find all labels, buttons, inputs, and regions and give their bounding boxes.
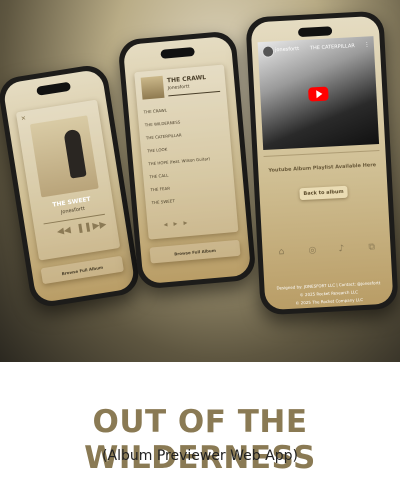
figure-silhouette bbox=[63, 128, 87, 179]
channel-avatar bbox=[261, 45, 275, 58]
music-icon[interactable]: ♪ bbox=[338, 244, 344, 254]
playlist-caption: Youtube Album Playlist Available Here bbox=[268, 162, 377, 174]
phone-left: ✕ THE SWEET Jonesfortt ◀◀ ❚❚ ▶▶ Browse F… bbox=[0, 62, 142, 310]
play-triangle bbox=[316, 89, 323, 99]
phone-right: jonesfortt THE CATERPILLAR ⋮ Youtube Alb… bbox=[245, 10, 399, 316]
more-options-icon[interactable]: ⋮ bbox=[364, 41, 370, 48]
youtube-video-embed[interactable]: jonesfortt THE CATERPILLAR ⋮ bbox=[257, 36, 380, 151]
page-subtitle: (Album Previewer Web App) bbox=[102, 448, 298, 464]
album-cover bbox=[29, 115, 99, 198]
track-item[interactable]: THE CALL bbox=[149, 173, 169, 180]
divider bbox=[263, 149, 380, 158]
home-icon[interactable]: ⌂ bbox=[278, 247, 284, 257]
album-title: THE CRAWL bbox=[166, 74, 207, 85]
player-card: ✕ THE SWEET Jonesfortt ◀◀ ❚❚ ▶▶ bbox=[15, 99, 121, 261]
youtube-play-icon[interactable] bbox=[308, 86, 329, 102]
rewind-icon[interactable]: ◀◀ bbox=[56, 225, 71, 237]
browse-album-link[interactable]: Browse Full Album bbox=[150, 246, 240, 259]
hero-mockup: ✕ THE SWEET Jonesfortt ◀◀ ❚❚ ▶▶ Browse F… bbox=[0, 0, 400, 362]
back-to-album-button[interactable]: Back to album bbox=[299, 185, 348, 201]
phone-notch bbox=[160, 46, 195, 59]
progress-bar[interactable] bbox=[168, 90, 221, 97]
track-item[interactable]: THE FEAR bbox=[150, 186, 170, 193]
next-icon[interactable]: ▶ bbox=[183, 220, 187, 226]
forward-icon[interactable]: ▶▶ bbox=[92, 220, 107, 232]
track-list: THE CRAWL THE WILDERNESS THE CATERPILLAR TH… bbox=[134, 64, 224, 206]
page-title: OUT OF THE WILDERNESS bbox=[84, 404, 316, 476]
phone-middle: THE CRAWL Jonesfortt THE CRAWL THE WILDER… bbox=[117, 30, 257, 290]
phone-notch bbox=[36, 81, 72, 96]
phone-left-screen: ✕ THE SWEET Jonesfortt ◀◀ ❚❚ ▶▶ Browse F… bbox=[2, 68, 136, 304]
browse-card[interactable]: Browse Full Album bbox=[149, 239, 241, 264]
close-icon[interactable]: ✕ bbox=[20, 115, 26, 123]
track-item[interactable]: THE HOPE (feat. Wilson Guitar) bbox=[148, 156, 210, 166]
play-icon[interactable]: ▶ bbox=[173, 221, 177, 227]
browse-album-link[interactable]: Browse Full Album bbox=[41, 262, 123, 280]
browse-card[interactable]: Browse Full Album bbox=[40, 255, 125, 285]
pause-icon[interactable]: ❚❚ bbox=[76, 222, 92, 234]
artist-name: Jonesfortt bbox=[167, 84, 190, 92]
track-item[interactable]: THE CRAWL bbox=[143, 108, 167, 115]
phone-notch bbox=[297, 26, 333, 38]
track-item[interactable]: THE LOOK bbox=[147, 147, 168, 154]
phone-middle-screen: THE CRAWL Jonesfortt THE CRAWL THE WILDER… bbox=[122, 35, 252, 285]
tracklist-card: THE CRAWL Jonesfortt THE CRAWL THE WILDER… bbox=[134, 64, 239, 240]
phone-right-screen: jonesfortt THE CATERPILLAR ⋮ Youtube Alb… bbox=[250, 15, 394, 311]
track-item[interactable]: THE SWEET bbox=[151, 198, 175, 205]
album-thumbnail bbox=[140, 75, 165, 100]
video-title: THE CATERPILLAR bbox=[309, 43, 355, 52]
share-icon[interactable]: ⧉ bbox=[368, 242, 375, 252]
instagram-icon[interactable]: ◎ bbox=[308, 245, 316, 255]
previous-icon[interactable]: ◀ bbox=[163, 222, 167, 228]
track-item[interactable]: THE WILDERNESS bbox=[145, 119, 181, 127]
video-channel: jonesfortt bbox=[274, 46, 300, 54]
track-item[interactable]: THE CATERPILLAR bbox=[146, 132, 182, 140]
